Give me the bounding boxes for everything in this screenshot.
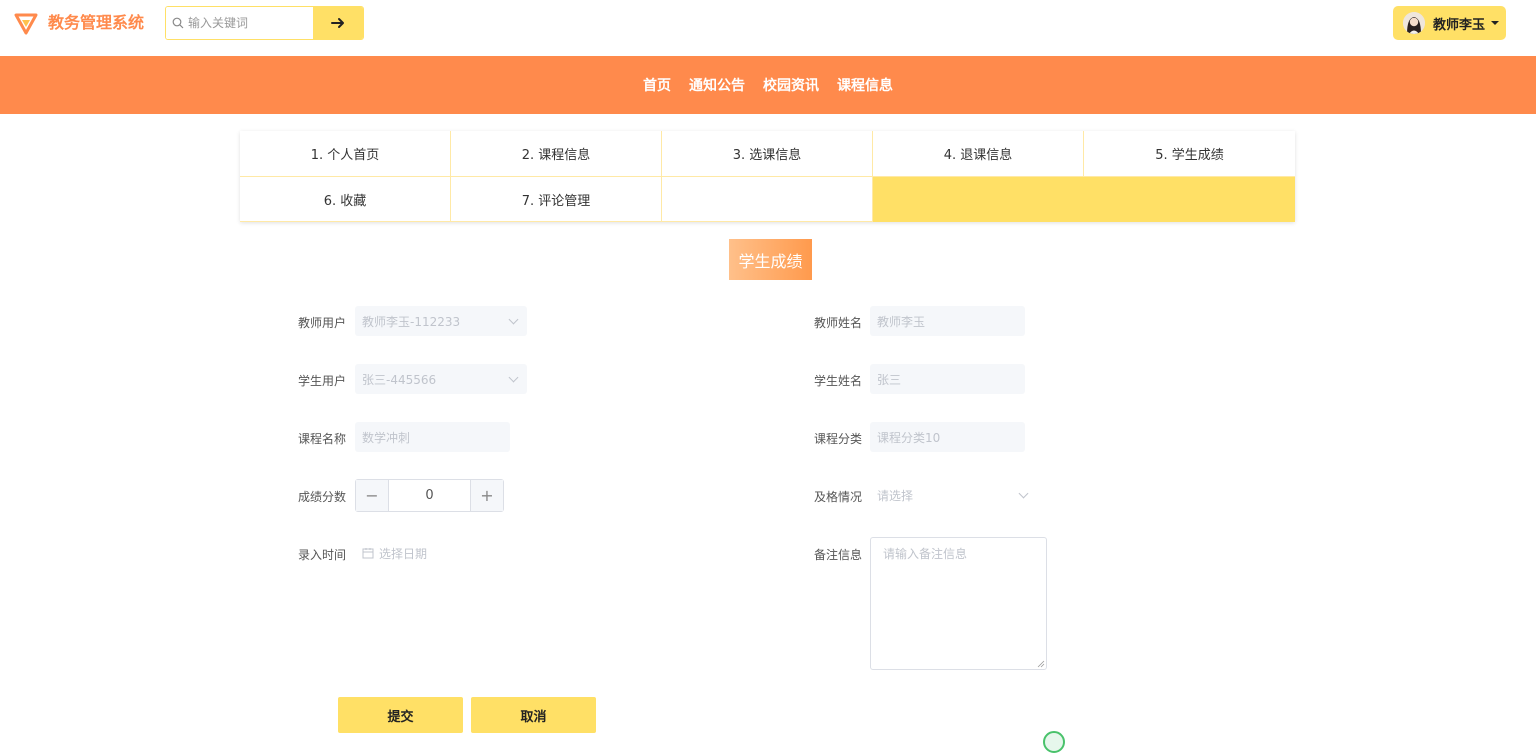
tab-comment-management[interactable]: 7. 评论管理 <box>451 177 662 222</box>
teacher-user-select[interactable]: 教师李玉-112233 <box>355 306 527 336</box>
chevron-down-icon <box>1018 488 1029 499</box>
pass-status-select[interactable]: 请选择 <box>870 480 1037 510</box>
caret-down-icon <box>1491 21 1500 25</box>
cancel-button[interactable]: 取消 <box>471 697 596 733</box>
student-user-select[interactable]: 张三-445566 <box>355 364 527 394</box>
user-menu[interactable]: 教师李玉 <box>1393 6 1506 40</box>
resize-handle-icon[interactable] <box>1037 660 1045 668</box>
tab-favorites[interactable]: 6. 收藏 <box>240 177 451 222</box>
tab-empty <box>662 177 873 222</box>
student-name-field[interactable]: 张三 <box>870 364 1025 394</box>
tab-course-info[interactable]: 2. 课程信息 <box>451 131 662 177</box>
course-category-label: 课程分类 <box>814 432 863 446</box>
student-user-value: 张三-445566 <box>362 372 437 387</box>
search-button[interactable] <box>313 7 363 39</box>
header: 教务管理系统 教师李玉 <box>0 0 1536 56</box>
search-input[interactable] <box>188 16 308 30</box>
student-name-value: 张三 <box>877 372 902 387</box>
app-title: 教务管理系统 <box>48 13 145 32</box>
teacher-name-label: 教师姓名 <box>814 316 863 330</box>
entry-time-placeholder: 选择日期 <box>379 546 428 561</box>
teacher-name-field[interactable]: 教师李玉 <box>870 306 1025 336</box>
pass-status-label: 及格情况 <box>814 490 863 504</box>
score-decrement-button[interactable]: − <box>356 480 389 511</box>
logo-icon <box>14 13 38 35</box>
submit-button[interactable]: 提交 <box>338 697 463 733</box>
arrow-right-icon <box>331 18 344 28</box>
score-increment-button[interactable]: + <box>470 480 503 511</box>
course-name-value: 数学冲刺 <box>362 430 411 445</box>
score-label: 成绩分数 <box>298 490 347 504</box>
chevron-down-icon <box>508 314 519 325</box>
tab-student-grades[interactable]: 5. 学生成绩 <box>1084 131 1295 177</box>
tab-course-selection[interactable]: 3. 选课信息 <box>662 131 873 177</box>
center-tabs: 1. 个人首页 2. 课程信息 3. 选课信息 4. 退课信息 5. 学生成绩 … <box>240 131 1295 222</box>
teacher-name-value: 教师李玉 <box>877 314 926 329</box>
student-name-label: 学生姓名 <box>814 374 863 388</box>
teacher-user-label: 教师用户 <box>298 316 347 330</box>
tab-course-withdrawal[interactable]: 4. 退课信息 <box>873 131 1084 177</box>
nav-item-notices[interactable]: 通知公告 <box>689 75 745 95</box>
nav-item-course-info[interactable]: 课程信息 <box>837 75 893 95</box>
tab-personal-home[interactable]: 1. 个人首页 <box>240 131 451 177</box>
user-name: 教师李玉 <box>1433 17 1486 33</box>
nav-item-home[interactable]: 首页 <box>643 75 671 95</box>
score-input[interactable]: 0 <box>389 480 470 511</box>
tab-filler <box>873 177 1295 222</box>
entry-time-label: 录入时间 <box>298 548 347 562</box>
avatar <box>1403 12 1425 34</box>
page-title: 学生成绩 <box>729 239 812 280</box>
course-name-field[interactable]: 数学冲刺 <box>355 422 510 452</box>
student-user-label: 学生用户 <box>298 374 347 388</box>
course-category-value: 课程分类10 <box>877 430 941 445</box>
course-name-label: 课程名称 <box>298 432 347 446</box>
floating-widget-icon[interactable] <box>1043 731 1065 753</box>
chevron-down-icon <box>508 372 519 383</box>
search-box <box>166 7 313 39</box>
nav-item-campus-news[interactable]: 校园资讯 <box>763 75 819 95</box>
pass-status-placeholder: 请选择 <box>877 488 914 503</box>
remarks-label: 备注信息 <box>814 548 863 562</box>
score-stepper: − 0 + <box>355 479 504 512</box>
teacher-user-value: 教师李玉-112233 <box>362 314 461 329</box>
remarks-textarea[interactable]: 请输入备注信息 <box>870 537 1047 670</box>
search-icon <box>172 17 184 29</box>
remarks-placeholder: 请输入备注信息 <box>883 547 968 561</box>
search-bar <box>165 6 364 40</box>
calendar-icon <box>362 548 374 559</box>
course-category-field[interactable]: 课程分类10 <box>870 422 1025 452</box>
main-nav: 首页 通知公告 校园资讯 课程信息 <box>0 56 1536 114</box>
logo[interactable]: 教务管理系统 <box>14 11 144 35</box>
entry-time-picker[interactable]: 选择日期 <box>362 538 427 568</box>
